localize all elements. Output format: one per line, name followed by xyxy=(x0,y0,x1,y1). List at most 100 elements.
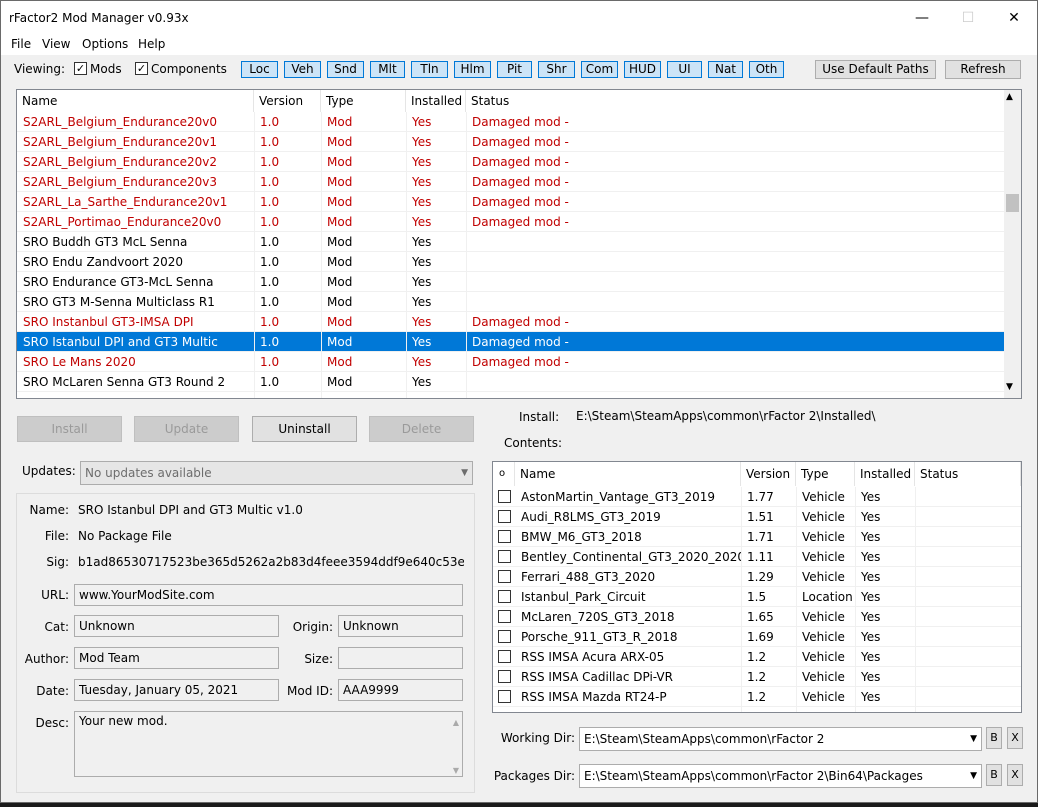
use-default-paths-button[interactable]: Use Default Paths xyxy=(815,60,936,79)
table-row[interactable]: S2ARL_Belgium_Endurance20v0 1.0 Mod Yes Dama… xyxy=(17,112,1005,132)
url-field[interactable]: www.YourModSite.com xyxy=(74,584,463,606)
refresh-button[interactable]: Refresh xyxy=(945,60,1021,79)
desc-field[interactable]: Your new mod. ▲ ▼ xyxy=(74,711,463,777)
list-item[interactable]: Ferrari_488_GT3_2020 1.29 Vehicle Yes xyxy=(493,567,1021,587)
content-checkbox[interactable] xyxy=(498,590,511,603)
table-row[interactable]: SRO Le Mans 2020 1.0 Mod Yes Damaged mod - xyxy=(17,352,1005,372)
mods-column-header-name[interactable]: Name xyxy=(17,90,254,112)
working-dir-browse-button[interactable]: B xyxy=(986,727,1002,749)
menu-file[interactable]: File xyxy=(11,37,31,51)
mods-column-header-installed[interactable]: Installed xyxy=(406,90,466,112)
scroll-down-icon[interactable]: ▼ xyxy=(1006,382,1013,392)
delete-button[interactable]: Delete xyxy=(369,416,474,442)
menu-help[interactable]: Help xyxy=(138,37,165,51)
content-checkbox[interactable] xyxy=(498,570,511,583)
menu-options[interactable]: Options xyxy=(82,37,128,51)
filter-tab-shr[interactable]: Shr xyxy=(538,61,575,78)
content-checkbox[interactable] xyxy=(498,550,511,563)
install-button[interactable]: Install xyxy=(17,416,122,442)
filter-tab-mlt[interactable]: Mlt xyxy=(370,61,405,78)
content-checkbox[interactable] xyxy=(498,610,511,623)
content-checkbox[interactable] xyxy=(498,670,511,683)
maximize-button[interactable]: ☐ xyxy=(945,1,991,35)
updates-dropdown[interactable]: No updates available ▼ xyxy=(80,461,473,485)
table-row[interactable]: SRO Instanbul GT3-IMSA DPI 1.0 Mod Yes Damag… xyxy=(17,312,1005,332)
content-checkbox[interactable] xyxy=(498,630,511,643)
list-item[interactable]: AstonMartin_Vantage_GT3_2019 1.77 Vehicle Y… xyxy=(493,487,1021,507)
mods-cell-version: 1.0 xyxy=(260,275,280,289)
close-button[interactable]: ✕ xyxy=(991,1,1037,35)
table-row[interactable]: SRO Endu Zandvoort 2020 1.0 Mod Yes xyxy=(17,252,1005,272)
components-checkbox[interactable]: ✓ xyxy=(135,62,148,75)
content-checkbox[interactable] xyxy=(498,530,511,543)
desc-scroll-down-icon[interactable]: ▼ xyxy=(453,762,459,776)
contents-column-header-installed[interactable]: Installed xyxy=(855,462,915,486)
update-button[interactable]: Update xyxy=(134,416,239,442)
mods-list[interactable]: Name Version Type Installed Status S2ARL_Bel… xyxy=(16,89,1022,399)
list-item[interactable]: RSS IMSA Mazda RT24-P 1.2 Vehicle Yes xyxy=(493,687,1021,707)
mods-checkbox[interactable]: ✓ xyxy=(74,62,87,75)
list-item[interactable]: BMW_M6_GT3_2018 1.71 Vehicle Yes xyxy=(493,527,1021,547)
table-row[interactable]: SRO Endurance GT3-McL Senna 1.0 Mod Yes xyxy=(17,272,1005,292)
date-field[interactable]: Tuesday, January 05, 2021 xyxy=(74,679,279,701)
mods-cell-type: Mod xyxy=(327,215,353,229)
list-item[interactable]: RSS IMSA Acura ARX-05 1.2 Vehicle Yes xyxy=(493,647,1021,667)
menu-view[interactable]: View xyxy=(42,37,70,51)
mods-column-header-version[interactable]: Version xyxy=(254,90,321,112)
packages-dir-dropdown[interactable]: E:\Steam\SteamApps\common\rFactor 2\Bin6… xyxy=(579,764,982,788)
list-item[interactable]: Istanbul_Park_Circuit 1.5 Location Yes xyxy=(493,587,1021,607)
author-field[interactable]: Mod Team xyxy=(74,647,279,669)
contents-list[interactable]: o Name Version Type Installed Status AstonMar… xyxy=(492,461,1022,713)
filter-tab-loc[interactable]: Loc xyxy=(241,61,278,78)
mods-column-header-status[interactable]: Status xyxy=(466,90,1005,112)
table-row[interactable]: S2ARL_Belgium_Endurance20v2 1.0 Mod Yes Dama… xyxy=(17,152,1005,172)
table-row[interactable]: S2ARL_Belgium_Endurance20v1 1.0 Mod Yes Dama… xyxy=(17,132,1005,152)
working-dir-dropdown[interactable]: E:\Steam\SteamApps\common\rFactor 2 ▼ xyxy=(579,727,982,751)
mods-column-header-type[interactable]: Type xyxy=(321,90,406,112)
filter-tab-hlm[interactable]: Hlm xyxy=(454,61,491,78)
desc-scroll-up-icon[interactable]: ▲ xyxy=(453,714,459,732)
working-dir-clear-button[interactable]: X xyxy=(1007,727,1023,749)
table-row[interactable]: SRO GT3 M-Senna Multiclass R1 1.0 Mod Yes xyxy=(17,292,1005,312)
table-row[interactable]: SRO McLaren Senna GT3 Round 2 1.0 Mod Yes xyxy=(17,372,1005,392)
content-checkbox[interactable] xyxy=(498,490,511,503)
size-field[interactable] xyxy=(338,647,463,669)
filter-tab-snd[interactable]: Snd xyxy=(327,61,364,78)
content-checkbox[interactable] xyxy=(498,510,511,523)
modid-field[interactable]: AAA9999 xyxy=(338,679,463,701)
table-row[interactable]: SRO Istanbul DPI and GT3 Multic 1.0 Mod Yes… xyxy=(17,332,1005,352)
contents-column-header-status[interactable]: Status xyxy=(915,462,1021,486)
filter-tab-ui[interactable]: UI xyxy=(667,61,702,78)
contents-column-header-type[interactable]: Type xyxy=(796,462,855,486)
list-item[interactable]: Audi_R8LMS_GT3_2019 1.51 Vehicle Yes xyxy=(493,507,1021,527)
list-item[interactable]: McLaren_720S_GT3_2018 1.65 Vehicle Yes xyxy=(493,607,1021,627)
packages-dir-browse-button[interactable]: B xyxy=(986,764,1002,786)
scroll-thumb[interactable] xyxy=(1006,194,1019,212)
filter-tab-pit[interactable]: Pit xyxy=(497,61,532,78)
list-item[interactable]: Bentley_Continental_GT3_2020_2020 1.11 Veh… xyxy=(493,547,1021,567)
uninstall-button[interactable]: Uninstall xyxy=(252,416,357,442)
content-checkbox[interactable] xyxy=(498,690,511,703)
filter-tab-veh[interactable]: Veh xyxy=(284,61,321,78)
filter-tab-oth[interactable]: Oth xyxy=(749,61,784,78)
list-item[interactable]: Porsche_911_GT3_R_2018 1.69 Vehicle Yes xyxy=(493,627,1021,647)
list-item[interactable]: RSS IMSA Cadillac DPi-VR 1.2 Vehicle Yes xyxy=(493,667,1021,687)
cat-field[interactable]: Unknown xyxy=(74,615,279,637)
table-row[interactable]: SRO Buddh GT3 McL Senna 1.0 Mod Yes xyxy=(17,232,1005,252)
filter-tab-tln[interactable]: Tln xyxy=(411,61,448,78)
table-row[interactable]: S2ARL_Belgium_Endurance20v3 1.0 Mod Yes Dama… xyxy=(17,172,1005,192)
packages-dir-clear-button[interactable]: X xyxy=(1007,764,1023,786)
contents-column-header-checkbox[interactable]: o xyxy=(493,462,515,486)
scroll-up-icon[interactable]: ▲ xyxy=(1006,92,1013,102)
minimize-button[interactable]: — xyxy=(899,1,945,35)
contents-column-header-version[interactable]: Version xyxy=(741,462,796,486)
filter-tab-nat[interactable]: Nat xyxy=(708,61,743,78)
contents-column-header-name[interactable]: Name xyxy=(515,462,741,486)
origin-field[interactable]: Unknown xyxy=(338,615,463,637)
table-row[interactable]: S2ARL_Portimao_Endurance20v0 1.0 Mod Yes Dam… xyxy=(17,212,1005,232)
filter-tab-com[interactable]: Com xyxy=(581,61,618,78)
table-row[interactable]: S2ARL_La_Sarthe_Endurance20v1 1.0 Mod Yes Da… xyxy=(17,192,1005,212)
content-checkbox[interactable] xyxy=(498,650,511,663)
filter-tab-hud[interactable]: HUD xyxy=(624,61,661,78)
mods-scrollbar[interactable]: ▲ ▼ xyxy=(1004,90,1021,398)
